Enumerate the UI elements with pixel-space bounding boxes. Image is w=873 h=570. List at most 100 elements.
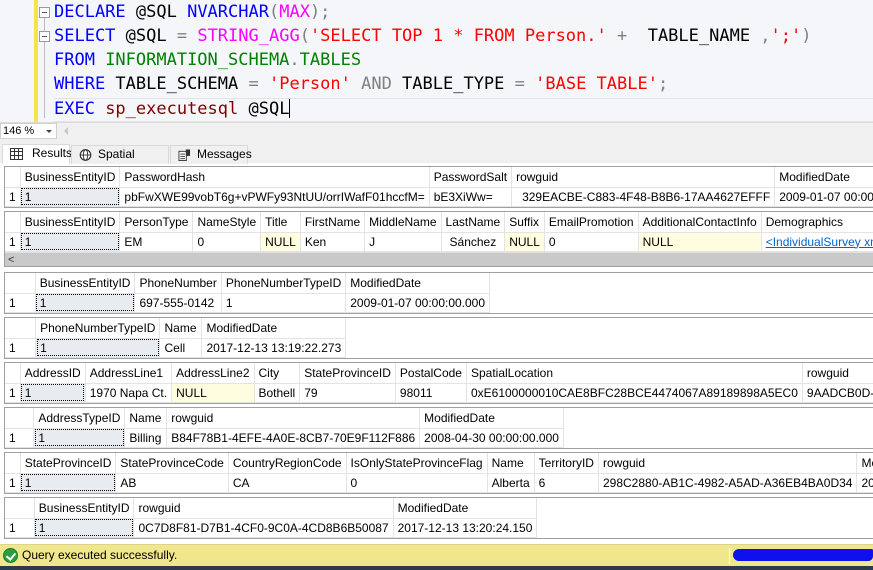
table-cell[interactable]: 2017-12-13 13:19:22.273 (201, 338, 347, 358)
column-header[interactable]: AddressLine2 (171, 363, 255, 384)
row-number[interactable]: 1 (5, 383, 21, 403)
tab-messages[interactable]: Messages (170, 145, 252, 164)
table-cell[interactable]: 1 (20, 473, 117, 493)
table-cell[interactable]: 0 (346, 473, 488, 493)
column-header[interactable]: AddressID (20, 363, 86, 384)
table-cell[interactable]: CA (228, 473, 347, 493)
tab-spatial-results[interactable]: Spatial results (71, 145, 169, 178)
table-cell[interactable]: 1 (20, 383, 86, 403)
column-header[interactable]: EmailPromotion (544, 212, 639, 233)
table-cell[interactable]: 0xE6100000010CAE8BFC28BCE4474067A8918989… (466, 383, 803, 403)
table-cell[interactable]: Bothell (254, 383, 301, 403)
table-cell[interactable]: 1 (35, 338, 161, 358)
column-header[interactable]: Modified (856, 453, 873, 474)
table-cell[interactable]: 329EACBE-C883-4F48-B8B6-17AA4627EFFF (511, 187, 776, 207)
table-cell[interactable]: 1 (35, 293, 136, 313)
table-cell[interactable]: 2014-02 (856, 473, 873, 493)
table-cell[interactable]: Ken (300, 232, 366, 252)
table-cell[interactable]: 1970 Napa Ct. (85, 383, 173, 403)
column-header[interactable]: StateProvinceID (20, 453, 117, 474)
row-number[interactable]: 1 (5, 428, 35, 448)
column-header[interactable]: BusinessEntityID (20, 212, 121, 233)
column-header[interactable]: ModifiedDate (393, 498, 538, 519)
table-cell[interactable]: 9AADCB0D-36CF (802, 383, 873, 403)
column-header[interactable]: Demographics (761, 212, 873, 233)
table-cell[interactable]: EM (119, 232, 194, 252)
null-cell[interactable]: NULL (504, 232, 545, 252)
result-grid-person[interactable]: BusinessEntityID PersonType NameStyle Ti… (4, 211, 873, 267)
column-header[interactable]: PhoneNumberTypeID (35, 318, 161, 339)
column-header[interactable]: PersonType (119, 212, 194, 233)
column-header[interactable]: BusinessEntityID (35, 273, 136, 294)
table-cell[interactable]: B84F78B1-4EFE-4A0E-8CB7-70E9F112F886 (166, 428, 421, 448)
column-header[interactable]: Name (487, 453, 535, 474)
table-cell[interactable]: 6 (534, 473, 599, 493)
column-header[interactable]: PasswordSalt (429, 167, 513, 188)
column-header[interactable]: rowguid (133, 498, 394, 519)
row-number[interactable]: 1 (5, 518, 35, 538)
xml-link-cell[interactable]: <IndividualSurvey xm (761, 232, 873, 252)
result-grid-businessentity[interactable]: BusinessEntityID rowguid ModifiedDate 1 … (4, 497, 873, 539)
result-grid-stateprovince[interactable]: StateProvinceID StateProvinceCode Countr… (4, 452, 873, 494)
table-cell[interactable]: 0C7D8F81-D7B1-4CF0-9C0A-4CD8B6B50087 (133, 518, 394, 538)
column-header[interactable]: PhoneNumber (134, 273, 222, 294)
column-header[interactable]: ModifiedDate (419, 408, 564, 429)
code-line-3[interactable]: FROM INFORMATION_SCHEMA.TABLES (54, 48, 361, 72)
column-header[interactable]: BusinessEntityID (20, 167, 121, 188)
table-cell[interactable]: 2008-04-30 00:00:00.000 (419, 428, 564, 448)
table-cell[interactable]: 79 (299, 383, 396, 403)
column-header[interactable]: rowguid (802, 363, 873, 384)
row-number[interactable]: 1 (5, 473, 21, 493)
table-cell[interactable]: 2017-12-13 13:20:24.150 (393, 518, 538, 538)
column-header[interactable]: CountryRegionCode (228, 453, 347, 474)
null-cell[interactable]: NULL (638, 232, 762, 252)
column-header[interactable]: StateProvinceID (299, 363, 396, 384)
scroll-left-icon[interactable]: < (8, 254, 14, 266)
column-header[interactable]: TerritoryID (534, 453, 599, 474)
result-grid-address[interactable]: AddressID AddressLine1 AddressLine2 City… (4, 362, 873, 404)
tab-results[interactable]: Results (2, 144, 72, 164)
scroll-left-arrow-icon[interactable] (64, 127, 68, 135)
table-cell[interactable]: 1 (221, 293, 347, 313)
column-header[interactable]: PasswordHash (119, 167, 430, 188)
column-header[interactable]: PhoneNumberTypeID (221, 273, 347, 294)
column-header[interactable]: Name (159, 318, 203, 339)
result-grid-password[interactable]: BusinessEntityID PasswordHash PasswordSa… (4, 166, 873, 208)
table-cell[interactable]: Alberta (487, 473, 535, 493)
table-cell[interactable]: 2009-01-07 00:00:00.000 (345, 293, 491, 313)
table-cell[interactable]: AB (115, 473, 229, 493)
table-cell[interactable]: 1 (20, 187, 121, 207)
null-cell[interactable]: NULL (171, 383, 255, 403)
column-header[interactable]: BusinessEntityID (34, 498, 135, 519)
column-header[interactable]: Name (124, 408, 168, 429)
column-header[interactable]: PostalCode (395, 363, 467, 384)
column-header[interactable]: rowguid (511, 167, 776, 188)
table-cell[interactable]: 0 (192, 232, 262, 252)
code-line-1[interactable]: DECLARE @SQL NVARCHAR(MAX); (54, 0, 330, 24)
column-header[interactable]: ModifiedDate (774, 167, 873, 188)
row-number[interactable]: 1 (5, 187, 21, 207)
column-header[interactable]: ModifiedDate (345, 273, 491, 294)
table-cell[interactable]: 2009-01-07 00:00:00.000 (774, 187, 873, 207)
result-grid-personphone[interactable]: BusinessEntityID PhoneNumber PhoneNumber… (4, 272, 873, 314)
column-header[interactable]: rowguid (166, 408, 421, 429)
row-number[interactable]: 1 (5, 338, 37, 358)
row-number[interactable]: 1 (5, 293, 36, 313)
table-cell[interactable]: Sánchez (441, 232, 506, 252)
row-number[interactable]: 1 (5, 232, 21, 252)
table-cell[interactable]: pbFwXWE99vobT6g+vPWFy93NtUU/orrIWafF01hc… (119, 187, 430, 207)
table-cell[interactable]: J (364, 232, 442, 252)
column-header[interactable]: ModifiedDate (201, 318, 347, 339)
code-line-2[interactable]: SELECT @SQL = STRING_AGG('SELECT TOP 1 *… (54, 24, 812, 48)
table-cell[interactable]: 697-555-0142 (134, 293, 222, 313)
collapse-icon[interactable] (39, 31, 50, 42)
column-header[interactable]: StateProvinceCode (115, 453, 229, 474)
result-grid-addresstype[interactable]: AddressTypeID Name rowguid ModifiedDate … (4, 407, 873, 449)
column-header[interactable]: SpatialLocation (466, 363, 803, 384)
column-header[interactable]: Suffix (504, 212, 545, 233)
horizontal-scrollbar[interactable]: < (5, 251, 873, 266)
table-cell[interactable]: 1 (34, 518, 135, 538)
column-header[interactable]: City (254, 363, 301, 384)
table-cell[interactable]: 1 (33, 428, 126, 448)
code-line-5[interactable]: EXEC sp_executesql @SQL (54, 97, 291, 121)
